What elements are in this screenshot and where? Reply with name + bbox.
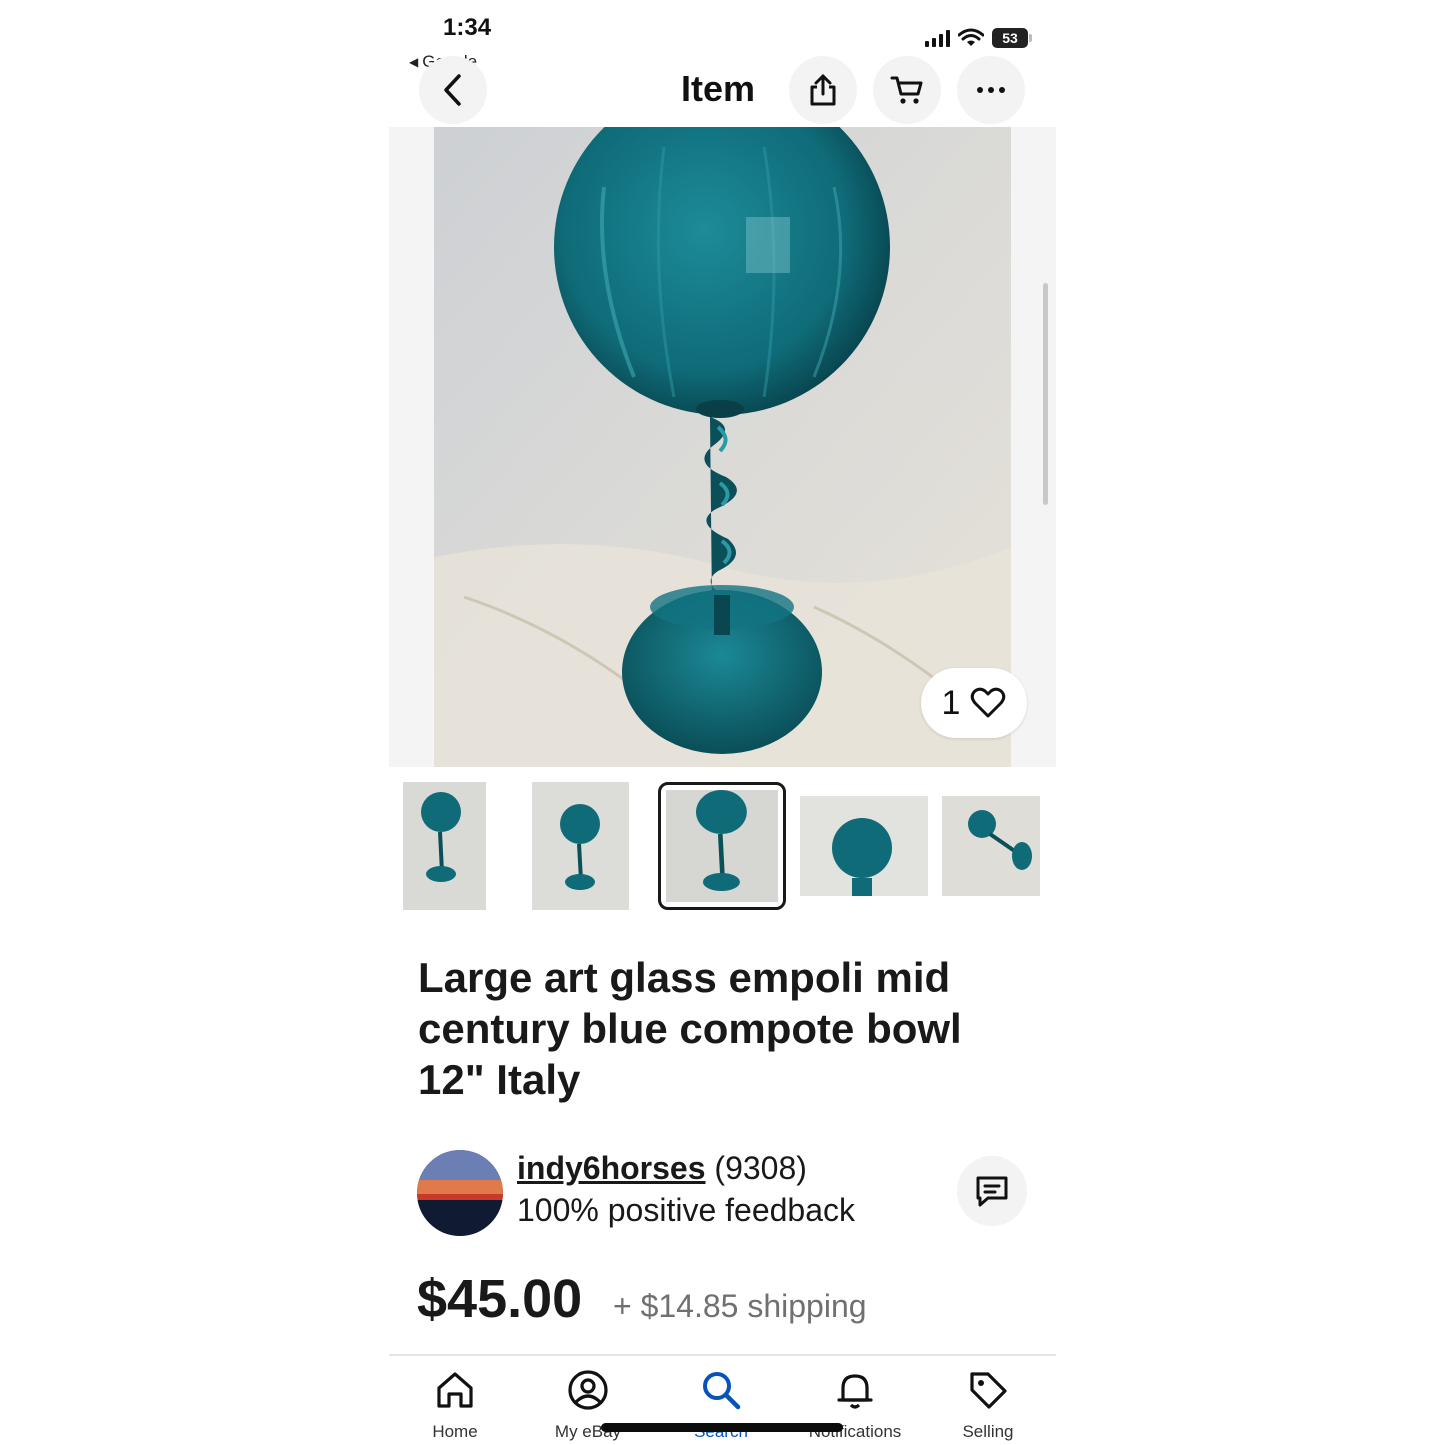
battery-icon: 53: [992, 28, 1032, 48]
message-icon: [976, 1176, 1008, 1207]
message-seller-button[interactable]: [957, 1156, 1027, 1226]
thumbnail-4[interactable]: [800, 796, 928, 896]
search-icon: [703, 1372, 741, 1410]
thumbnail-strip: [389, 782, 1056, 912]
watch-button[interactable]: 1: [921, 668, 1027, 738]
product-photo[interactable]: [434, 127, 1011, 767]
home-icon: [437, 1372, 473, 1408]
account-icon: [568, 1370, 608, 1410]
shipping-cost: + $14.85 shipping: [613, 1288, 867, 1324]
cell-signal-icon: [925, 29, 950, 47]
back-button[interactable]: [419, 56, 487, 124]
ebay-item-screen: 1:34 ◀ Google 53 Item: [389, 0, 1056, 1445]
battery-level: 53: [1002, 30, 1018, 46]
tab-selling[interactable]: Selling: [933, 1368, 1043, 1442]
thumbnail-2[interactable]: [532, 782, 629, 910]
thumbnail-5[interactable]: [942, 796, 1040, 896]
back-chevron-icon: [444, 74, 461, 106]
item-price: $45.00: [417, 1269, 583, 1329]
tab-selling-label: Selling: [962, 1422, 1014, 1441]
tab-home[interactable]: Home: [400, 1368, 510, 1442]
heart-icon: [971, 687, 1006, 718]
thumbnail-3[interactable]: [658, 782, 786, 910]
wifi-icon: [958, 28, 984, 46]
tab-home-label: Home: [432, 1422, 478, 1441]
more-options-button[interactable]: [957, 56, 1025, 124]
watch-count: 1: [941, 683, 961, 722]
status-time: 1:34: [443, 14, 492, 41]
seller-avatar[interactable]: [417, 1150, 503, 1236]
item-title: Large art glass empoli mid century blue …: [418, 954, 962, 1103]
status-indicators: 53: [925, 28, 1032, 48]
seller-info[interactable]: indy6horses (9308): [517, 1150, 807, 1187]
page-title: Item: [681, 68, 756, 109]
thumbnail-1[interactable]: [403, 782, 486, 910]
tag-icon: [970, 1372, 1007, 1409]
cart-icon: [890, 76, 923, 104]
seller-name-link[interactable]: indy6horses: [517, 1150, 706, 1186]
cart-button[interactable]: [873, 56, 941, 124]
seller-score: (9308): [714, 1150, 807, 1186]
more-icon: [977, 87, 1005, 93]
back-triangle-icon: ◀: [409, 55, 419, 69]
share-button[interactable]: [789, 56, 857, 124]
share-icon: [810, 74, 836, 106]
seller-feedback: 100% positive feedback: [517, 1192, 855, 1228]
bell-icon: [837, 1374, 873, 1409]
home-indicator[interactable]: [601, 1423, 843, 1432]
gallery-scrollbar[interactable]: [1043, 283, 1048, 505]
